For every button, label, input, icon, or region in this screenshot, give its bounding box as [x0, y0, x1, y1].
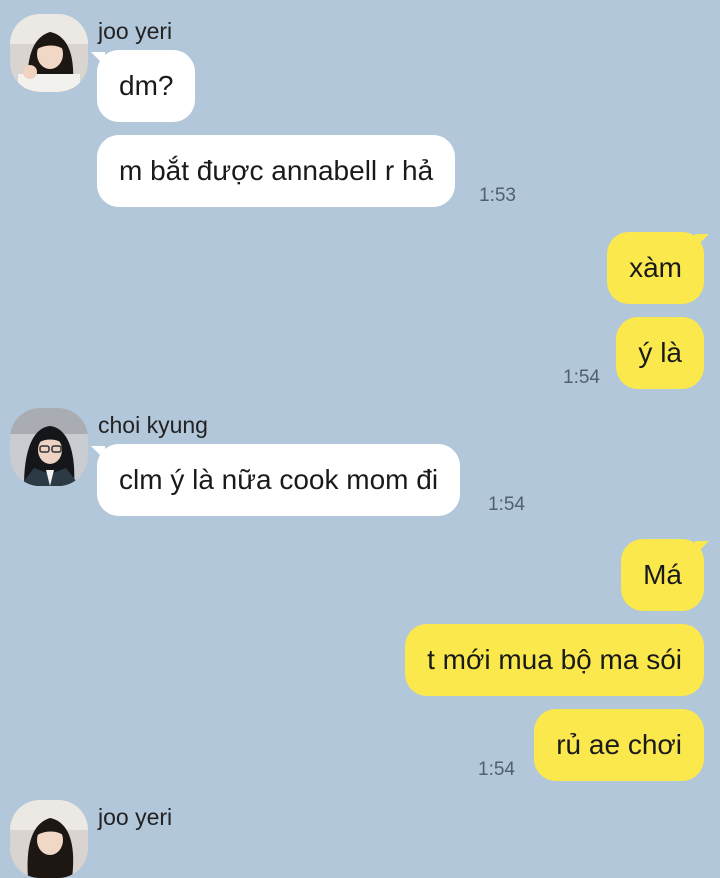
message-bubble-incoming[interactable]: m bắt được annabell r hả	[97, 135, 456, 207]
avatar-joo-yeri[interactable]	[10, 14, 88, 92]
message-bubble-outgoing[interactable]: ý là	[616, 317, 704, 389]
message-bubble-outgoing[interactable]: rủ ae chơi	[534, 709, 704, 781]
message-bubble-outgoing[interactable]: t mới mua bộ ma sói	[405, 624, 704, 696]
message-timestamp: 1:54	[563, 367, 600, 388]
chat-area[interactable]: joo yeri dm? m bắt được annabell r hả 1:…	[0, 0, 720, 878]
sender-name: joo yeri	[98, 18, 173, 44]
message-bubble-incoming[interactable]: dm?	[97, 50, 196, 122]
avatar-choi-kyung[interactable]	[10, 408, 88, 486]
message-bubble-incoming[interactable]: clm ý là nữa cook mom đi	[97, 444, 461, 516]
message-timestamp: 1:54	[488, 494, 525, 515]
bubble-tail	[695, 541, 709, 555]
bubble-tail	[695, 234, 709, 248]
message-timestamp: 1:54	[478, 759, 515, 780]
sender-name: choi kyung	[98, 412, 208, 438]
sender-name: joo yeri	[98, 804, 173, 830]
message-bubble-outgoing[interactable]: xàm	[607, 232, 704, 304]
message-bubble-outgoing[interactable]: Má	[621, 539, 704, 611]
message-timestamp: 1:53	[479, 185, 516, 206]
avatar-joo-yeri[interactable]	[10, 800, 88, 878]
